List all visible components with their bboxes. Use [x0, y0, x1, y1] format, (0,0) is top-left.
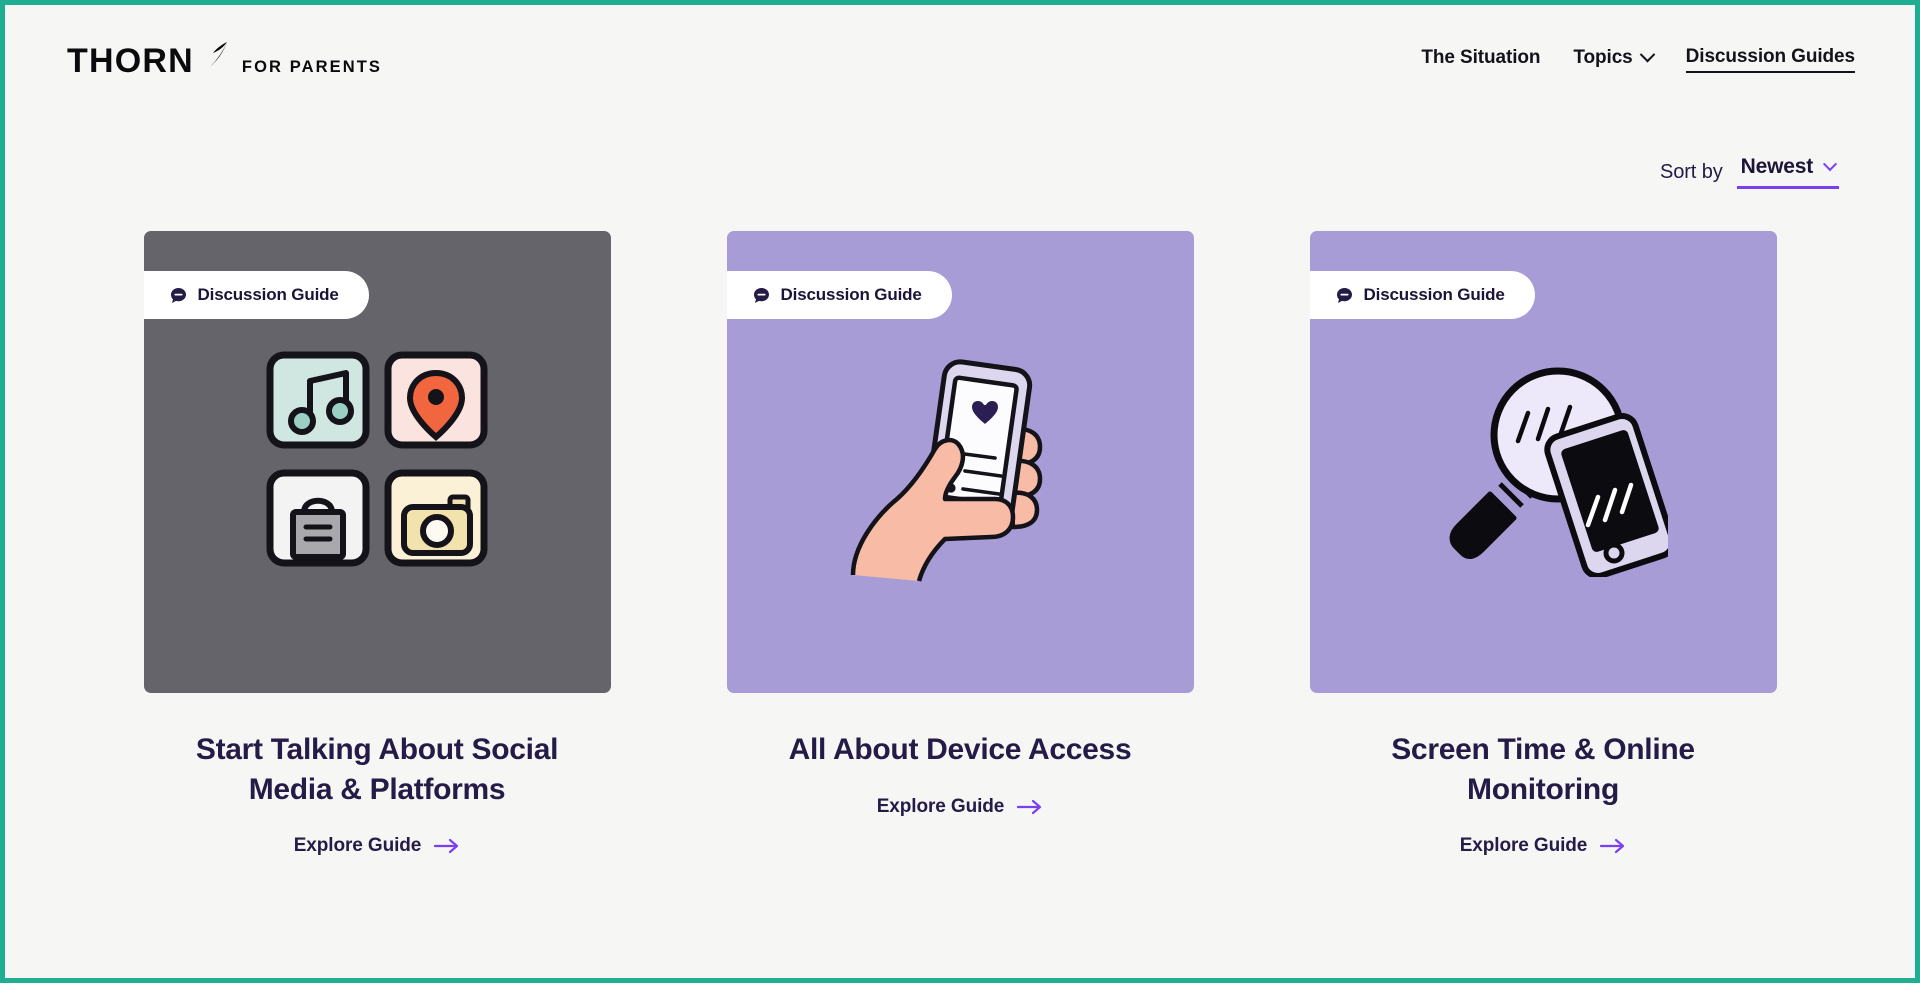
speech-bubble-icon [1336, 287, 1353, 304]
card-badge-label: Discussion Guide [1363, 285, 1505, 304]
explore-guide-label: Explore Guide [876, 795, 1005, 817]
main-nav: The Situation Topics Discussion Guides [1421, 46, 1855, 73]
page-root: THORN FOR PARENTS The Situation Topics D… [5, 5, 1915, 978]
site-logo[interactable]: THORN FOR PARENTS [67, 40, 382, 78]
nav-label: Topics [1573, 46, 1633, 68]
speech-bubble-icon [170, 287, 187, 304]
guide-card[interactable]: Discussion Guide Screen Time & Online Mo… [1309, 231, 1777, 857]
app-icons-grid-illustration [266, 351, 488, 567]
magnifier-over-phone-illustration [1449, 367, 1668, 577]
site-header: THORN FOR PARENTS The Situation Topics D… [5, 5, 1915, 113]
guide-card-thumbnail: Discussion Guide [726, 231, 1194, 693]
explore-guide-link[interactable]: Explore Guide [1460, 835, 1627, 857]
card-badge: Discussion Guide [143, 271, 369, 319]
explore-guide-label: Explore Guide [1459, 835, 1588, 857]
chevron-down-icon [1822, 157, 1838, 172]
guide-card-title: Screen Time & Online Monitoring [1391, 733, 1695, 806]
arrow-right-icon [434, 838, 460, 854]
guide-card[interactable]: Discussion Guide All About Device Access… [726, 231, 1194, 857]
guide-card[interactable]: Discussion Guide Start Talking About Soc… [143, 231, 611, 857]
nav-item-discussion-guides[interactable]: Discussion Guides [1685, 45, 1855, 73]
guide-card-thumbnail: Discussion Guide [1309, 231, 1777, 693]
nav-item-the-situation[interactable]: The Situation [1421, 47, 1540, 72]
sort-selected-value: Newest [1740, 155, 1814, 178]
sort-dropdown[interactable]: Newest [1736, 155, 1839, 189]
speech-bubble-icon [753, 287, 770, 304]
explore-guide-link[interactable]: Explore Guide [294, 835, 461, 857]
nav-item-topics[interactable]: Topics [1573, 46, 1655, 72]
logo-wordmark: THORN [67, 42, 194, 80]
card-badge: Discussion Guide [726, 271, 952, 319]
arrow-right-icon [1600, 838, 1626, 854]
card-badge-label: Discussion Guide [780, 285, 922, 304]
card-badge: Discussion Guide [1309, 271, 1535, 319]
logo-tagline: FOR PARENTS [241, 57, 383, 76]
guide-card-title: All About Device Access [788, 733, 1132, 766]
hand-holding-phone-illustration [850, 359, 1043, 582]
arrow-right-icon [1017, 799, 1043, 815]
explore-guide-label: Explore Guide [293, 835, 422, 857]
explore-guide-link[interactable]: Explore Guide [877, 796, 1044, 818]
guide-card-thumbnail: Discussion Guide [143, 231, 611, 693]
sort-by-label: Sort by [1659, 160, 1723, 183]
guides-grid: Discussion Guide Start Talking About Soc… [5, 231, 1915, 857]
sort-control-row: Sort by Newest [5, 155, 1915, 189]
spark-arrow-icon [204, 40, 230, 70]
guide-card-title: Start Talking About Social Media & Platf… [195, 733, 559, 806]
nav-label: The Situation [1421, 46, 1541, 68]
nav-label: Discussion Guides [1685, 45, 1855, 67]
card-badge-label: Discussion Guide [197, 285, 339, 304]
chevron-down-icon [1639, 46, 1655, 63]
